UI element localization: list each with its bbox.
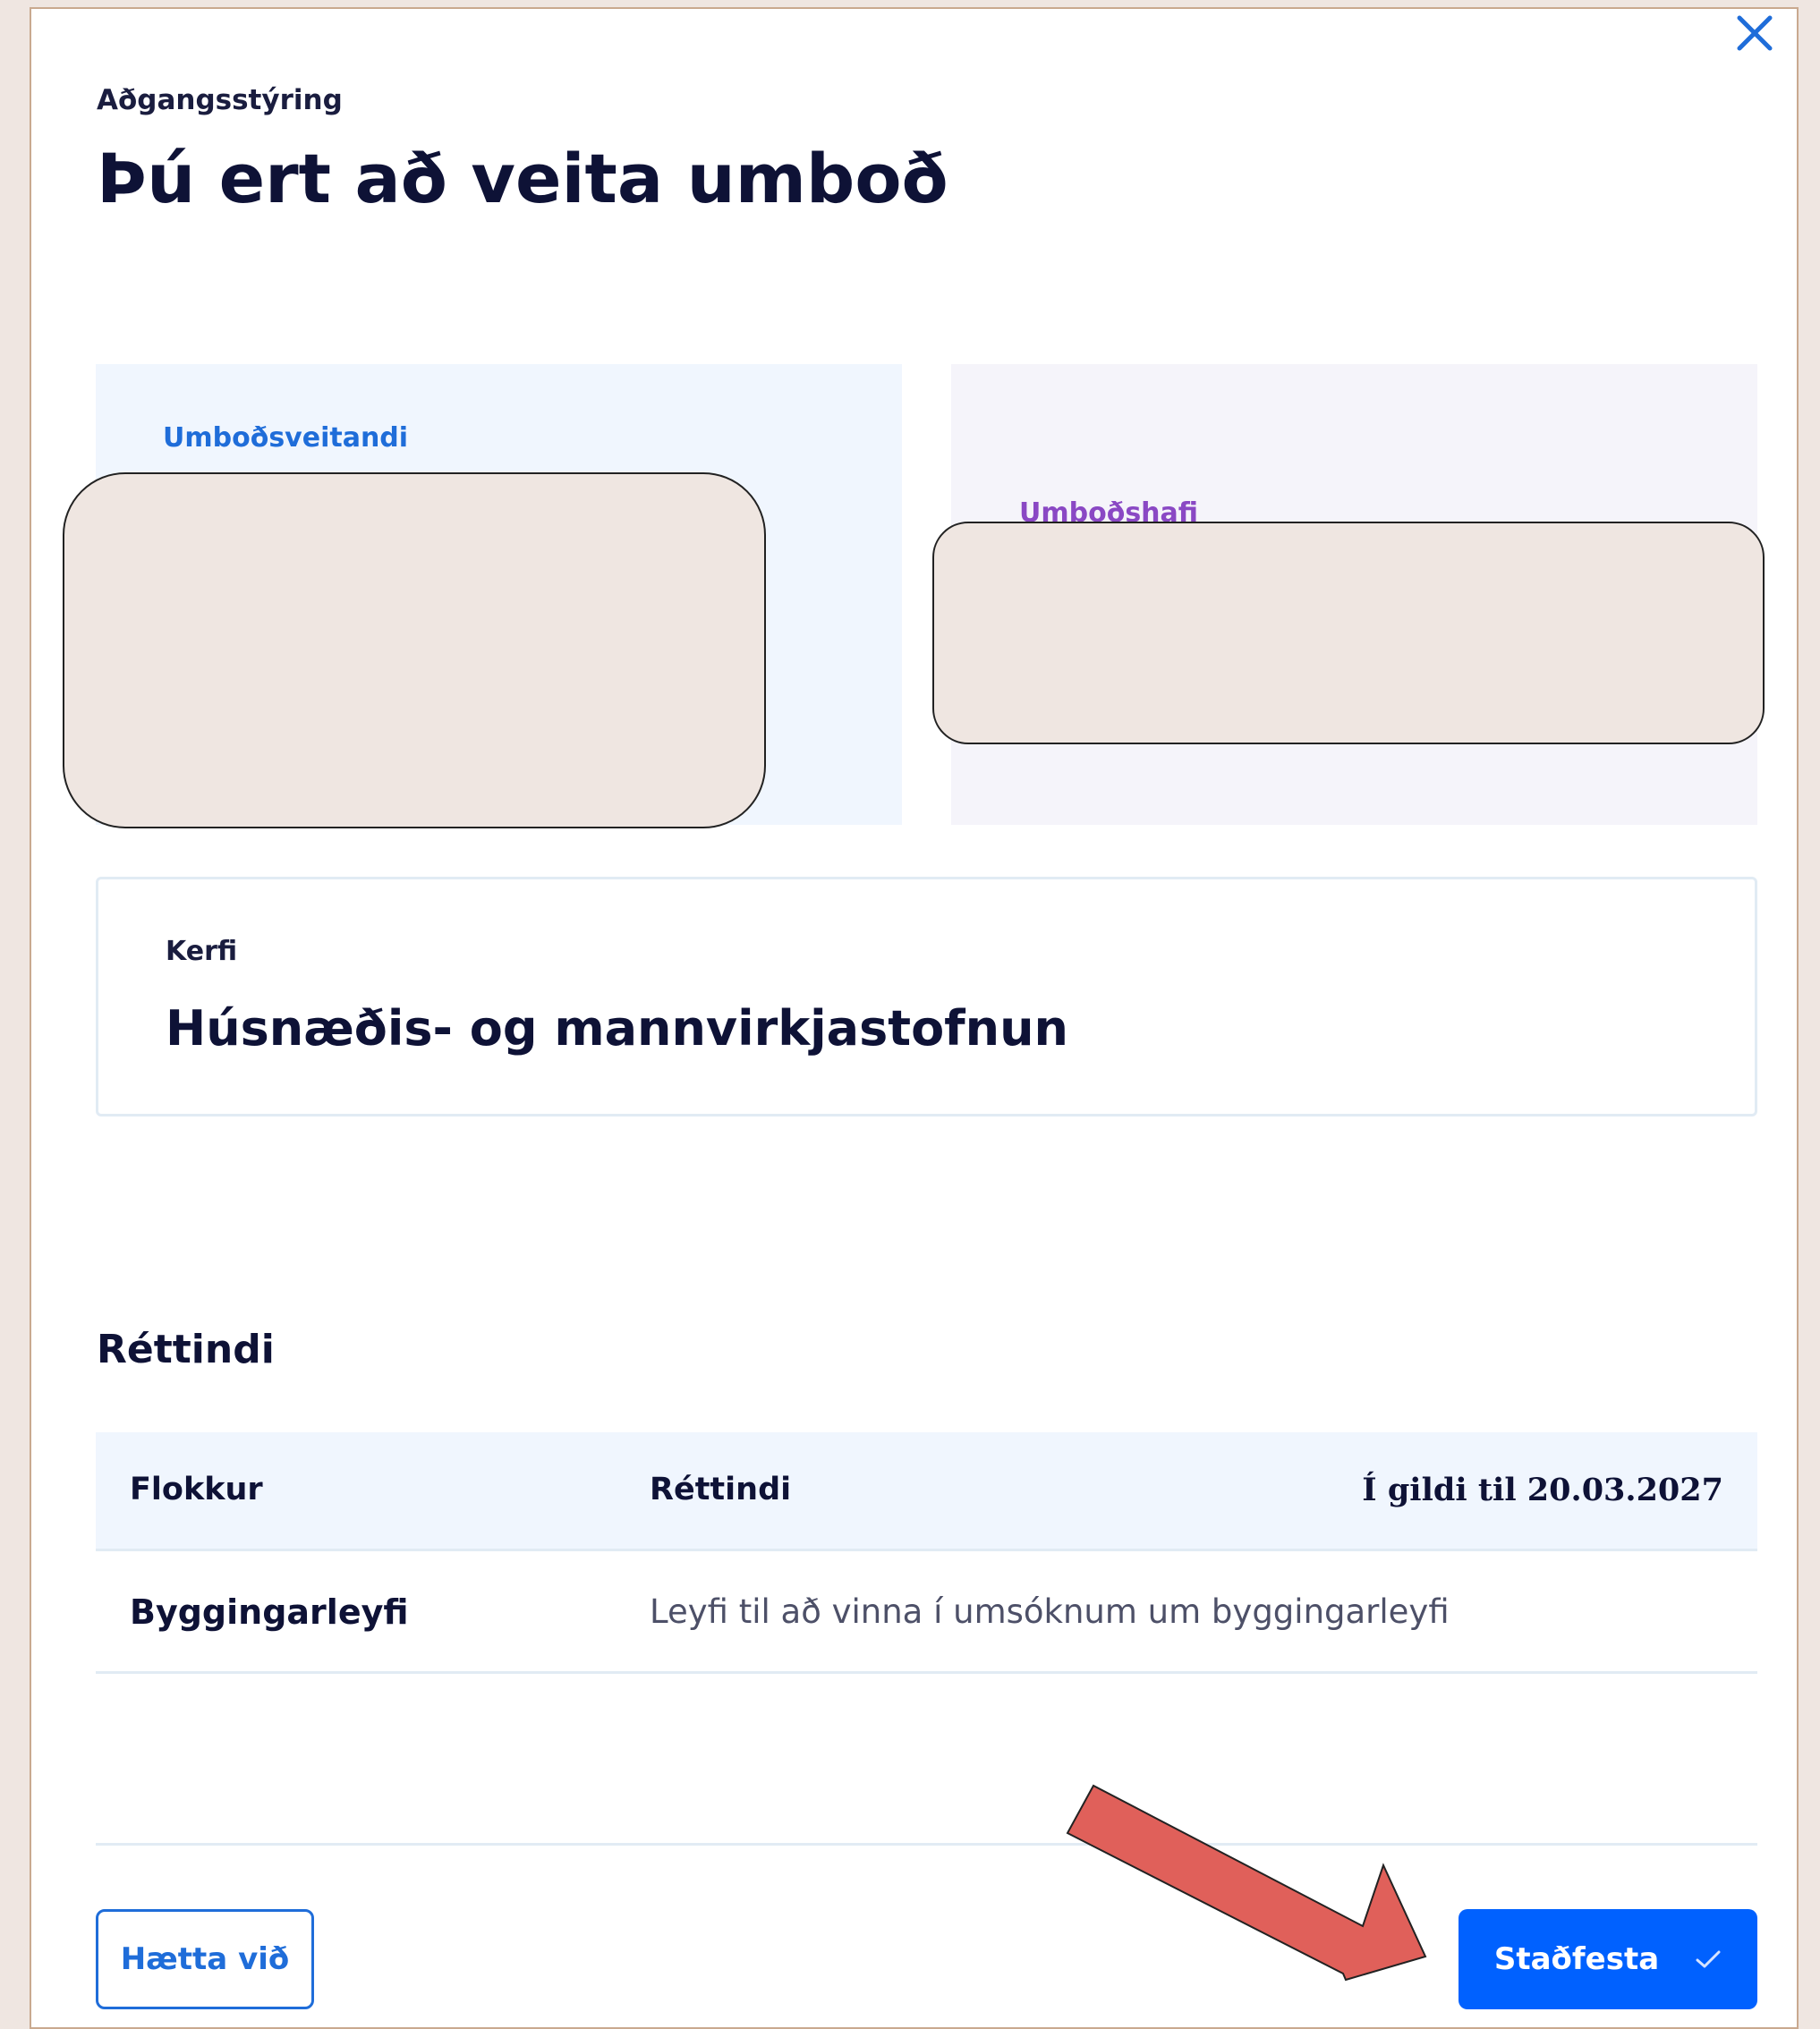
system-value: Húsnæðis- og mannvirkjastofnun <box>166 1000 1068 1057</box>
dialog-eyebrow: Aðgangsstýring <box>97 84 343 116</box>
confirm-button[interactable]: Staðfesta <box>1459 1909 1757 2009</box>
column-header-valid-until: Í gildi til 20.03.2027 <box>1362 1472 1723 1508</box>
rights-section-title: Réttindi <box>97 1327 275 1372</box>
column-header-category: Flokkur <box>130 1472 263 1507</box>
cancel-button-label: Hætta við <box>120 1941 290 1977</box>
table-divider <box>96 1671 1757 1674</box>
system-label: Kerfi <box>166 936 238 967</box>
close-icon[interactable] <box>1732 11 1777 55</box>
footer-divider <box>96 1843 1757 1846</box>
table-row-description: Leyfi til að vinna í umsóknum um bygging… <box>650 1592 1450 1631</box>
cancel-button[interactable]: Hætta við <box>96 1909 314 2009</box>
giver-label: Umboðsveitandi <box>163 422 409 454</box>
page-title: Þú ert að veita umboð <box>97 139 948 218</box>
confirm-button-label: Staðfesta <box>1493 1941 1660 1977</box>
table-divider <box>96 1549 1757 1551</box>
redaction-block-holder <box>932 522 1765 744</box>
table-row-category: Byggingarleyfi <box>130 1592 409 1632</box>
redaction-block-giver <box>63 472 766 828</box>
system-card <box>96 877 1757 1116</box>
column-header-rights: Réttindi <box>650 1472 792 1507</box>
check-icon <box>1696 1950 1721 1968</box>
